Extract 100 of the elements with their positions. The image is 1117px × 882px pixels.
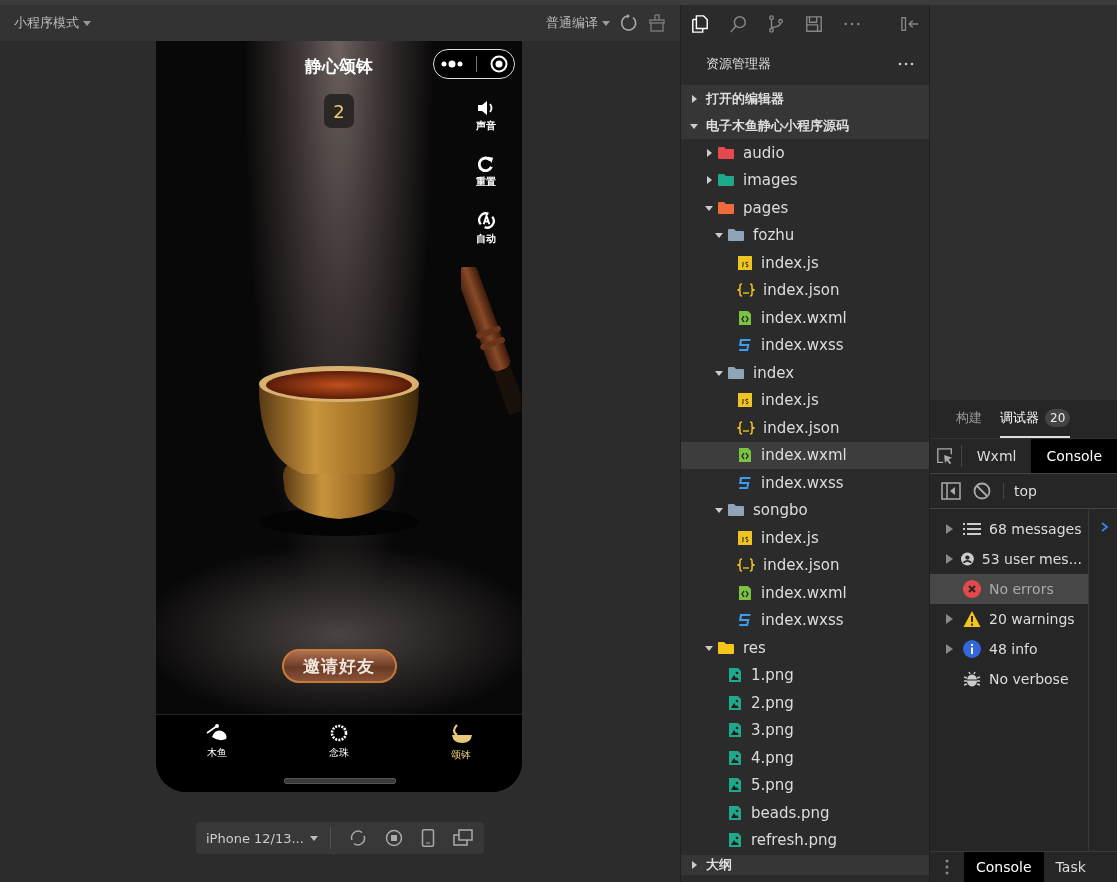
- file-item[interactable]: beads.png: [681, 799, 929, 827]
- context-selector[interactable]: top: [1003, 483, 1037, 499]
- drawer-tab[interactable]: Task: [1043, 852, 1098, 882]
- rotate-icon[interactable]: [348, 829, 367, 847]
- caret-icon: [309, 835, 318, 841]
- folder-item[interactable]: images: [681, 166, 929, 194]
- section-header[interactable]: 大纲: [681, 854, 929, 875]
- side-button[interactable]: 声音: [468, 99, 504, 133]
- expanded-arrow-icon[interactable]: [715, 368, 723, 377]
- file-item[interactable]: index.wxml: [681, 579, 929, 607]
- console-filter-item[interactable]: 68 messages: [930, 514, 1088, 544]
- collapsed-arrow-icon[interactable]: [945, 644, 953, 654]
- more-icon[interactable]: [898, 61, 914, 66]
- compile-dropdown[interactable]: 普通编译: [546, 14, 610, 32]
- invite-friends-button[interactable]: 邀请好友: [281, 649, 397, 683]
- image-file-icon: [727, 749, 743, 766]
- drawer-tab[interactable]: Console: [964, 852, 1044, 882]
- file-item[interactable]: index.js: [681, 249, 929, 277]
- console-filter-item[interactable]: 53 user mes...: [930, 544, 1088, 574]
- files-icon[interactable]: [691, 13, 709, 34]
- folder-item[interactable]: fozhu: [681, 221, 929, 249]
- console-filter-item[interactable]: No errors: [930, 574, 1088, 604]
- json-file-icon: [737, 557, 755, 574]
- file-item[interactable]: 3.png: [681, 716, 929, 744]
- folder-item[interactable]: pages: [681, 194, 929, 222]
- tab-bar-item[interactable]: 念珠: [329, 715, 349, 760]
- panel-tab[interactable]: 调试器 20: [1000, 400, 1071, 438]
- file-item[interactable]: index.wxml: [681, 304, 929, 332]
- devtools-tab[interactable]: Wxml: [961, 439, 1032, 473]
- tab-bar-item[interactable]: 颂钵: [449, 715, 473, 762]
- panel-title: 资源管理器: [706, 54, 771, 73]
- file-item[interactable]: index.wxss: [681, 331, 929, 359]
- phone-icon[interactable]: [420, 829, 435, 847]
- clear-console-icon[interactable]: [973, 482, 991, 500]
- collapsed-arrow-icon[interactable]: [690, 860, 698, 869]
- js-file-icon: [737, 254, 753, 271]
- drawer-menu-icon[interactable]: [945, 859, 949, 875]
- sidebar-toggle-icon[interactable]: [941, 482, 961, 500]
- folder-item[interactable]: index: [681, 359, 929, 387]
- expanded-arrow-icon[interactable]: [705, 203, 713, 212]
- beads-icon: [329, 723, 349, 743]
- folder-item[interactable]: songbo: [681, 496, 929, 524]
- file-item[interactable]: index.json: [681, 551, 929, 579]
- console-filter-item[interactable]: No verbose: [930, 664, 1088, 694]
- file-item[interactable]: index.wxml: [681, 441, 929, 469]
- file-item[interactable]: index.wxss: [681, 469, 929, 497]
- section-header[interactable]: 打开的编辑器: [681, 85, 929, 112]
- panel-tab[interactable]: 构建: [956, 400, 982, 438]
- section-header[interactable]: 电子木鱼静心小程序源码: [681, 112, 929, 139]
- info-icon: [963, 640, 981, 658]
- inspect-icon[interactable]: [936, 447, 955, 465]
- collapse-panel-icon[interactable]: [901, 15, 919, 32]
- image-file-icon: [727, 832, 743, 849]
- tab-bar-item[interactable]: 木鱼: [205, 715, 229, 760]
- file-item[interactable]: index.json: [681, 276, 929, 304]
- css-file-icon: [737, 337, 753, 354]
- collapsed-arrow-icon[interactable]: [705, 176, 713, 185]
- wooden-fish-icon: [205, 723, 229, 743]
- collapsed-arrow-icon[interactable]: [690, 94, 698, 103]
- expanded-arrow-icon[interactable]: [715, 231, 723, 240]
- devtools-tab[interactable]: Console: [1031, 439, 1117, 473]
- file-item[interactable]: refresh.png: [681, 826, 929, 854]
- expanded-arrow-icon[interactable]: [690, 121, 698, 130]
- folder-item[interactable]: audio: [681, 139, 929, 167]
- collapsed-arrow-icon[interactable]: [945, 554, 953, 564]
- file-item[interactable]: 5.png: [681, 771, 929, 799]
- side-button[interactable]: 自动: [468, 211, 504, 246]
- file-item[interactable]: 2.png: [681, 689, 929, 717]
- refresh-icon[interactable]: [620, 14, 638, 32]
- folder-item[interactable]: res: [681, 634, 929, 662]
- expanded-arrow-icon[interactable]: [715, 506, 723, 515]
- js-file-icon: [737, 392, 753, 409]
- collapsed-arrow-icon[interactable]: [945, 524, 953, 534]
- file-item[interactable]: 4.png: [681, 744, 929, 772]
- file-item[interactable]: index.json: [681, 414, 929, 442]
- windows-icon[interactable]: [452, 829, 473, 847]
- capsule-menu[interactable]: [433, 49, 515, 79]
- console-filter-item[interactable]: 48 info: [930, 634, 1088, 664]
- source-control-icon[interactable]: [767, 13, 785, 34]
- collapsed-arrow-icon[interactable]: [705, 148, 713, 157]
- bug-icon: [963, 670, 981, 688]
- file-item[interactable]: index.js: [681, 524, 929, 552]
- close-icon[interactable]: [489, 55, 508, 73]
- save-icon[interactable]: [805, 13, 823, 34]
- stop-icon[interactable]: [384, 829, 403, 847]
- file-item[interactable]: 1.png: [681, 661, 929, 689]
- file-item[interactable]: index.js: [681, 386, 929, 414]
- js-file-icon: [737, 529, 753, 546]
- caret-icon: [602, 20, 610, 26]
- side-button[interactable]: 重置: [468, 155, 504, 189]
- count-badge: 20: [1045, 409, 1071, 427]
- expanded-arrow-icon[interactable]: [705, 643, 713, 652]
- collapsed-arrow-icon[interactable]: [945, 614, 953, 624]
- mode-dropdown[interactable]: 小程序模式: [14, 14, 91, 32]
- clear-cache-icon[interactable]: [648, 14, 666, 32]
- console-filter-item[interactable]: 20 warnings: [930, 604, 1088, 634]
- more-icon[interactable]: [440, 60, 463, 68]
- wxml-file-icon: [737, 584, 753, 601]
- file-item[interactable]: index.wxss: [681, 606, 929, 634]
- search-icon[interactable]: [729, 13, 747, 34]
